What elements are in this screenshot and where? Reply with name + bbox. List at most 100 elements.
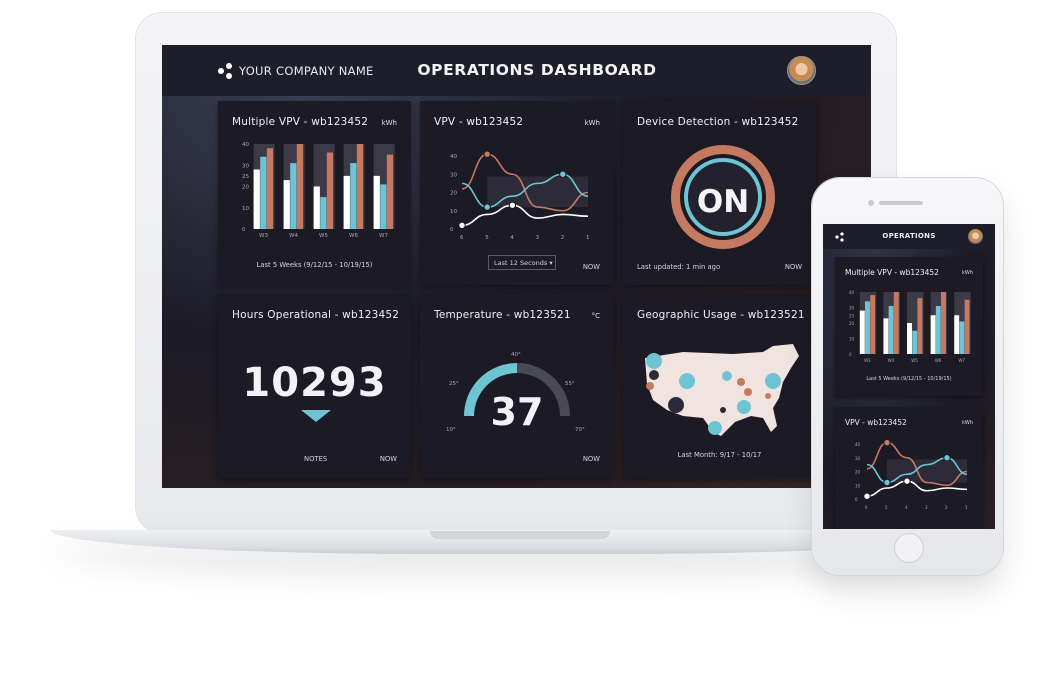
- chart-footer: Last 5 Weeks (9/12/15 - 10/19/15): [256, 261, 373, 269]
- bar: [296, 144, 304, 229]
- y-tick-label: 10: [450, 209, 457, 215]
- bubble: [722, 371, 732, 381]
- y-tick-label: 20: [855, 470, 861, 475]
- bar: [373, 175, 380, 229]
- bar: [865, 301, 870, 354]
- unit-label: kWh: [584, 119, 600, 127]
- x-tick-label: 3: [536, 235, 540, 241]
- bar: [883, 318, 889, 354]
- us-map: [645, 344, 799, 436]
- bar: [935, 305, 941, 354]
- avatar[interactable]: [787, 56, 816, 85]
- series-marker: [458, 221, 466, 230]
- line-chart: 0 10 20 30 40 6 5 4 3 2 1: [450, 150, 590, 241]
- x-tick-label: 4: [905, 505, 908, 510]
- home-button[interactable]: [894, 533, 924, 563]
- card-device-detection[interactable]: Device Detection - wb123452 ON Last upda…: [623, 101, 816, 285]
- top-bar: YOUR COMPANY NAME OPERATIONS DASHBOARD: [162, 45, 871, 96]
- y-tick-label: 20: [450, 191, 457, 197]
- status-ring: ON: [671, 145, 775, 249]
- hours-value: 10293: [242, 360, 387, 406]
- x-tick-label: W3: [864, 358, 871, 363]
- x-tick-label: 6: [865, 505, 868, 510]
- bar: [893, 292, 899, 354]
- share-icon[interactable]: [835, 232, 845, 242]
- phone-card-multiple-vpv[interactable]: Multiple VPV - wb123452 kWh 0 10 20 25 30 40 W…: [835, 257, 983, 396]
- card-geographic-usage[interactable]: Geographic Usage - wb123521 Last Month: …: [623, 294, 816, 478]
- y-tick-label: 0: [242, 227, 246, 233]
- card-hours-operational[interactable]: Hours Operational - wb123452 10293 NOTES…: [218, 294, 411, 478]
- phone-title: OPERATIONS: [882, 232, 936, 240]
- bar: [253, 169, 260, 229]
- x-tick-label: 4: [510, 235, 514, 241]
- page-title: OPERATIONS DASHBOARD: [417, 61, 657, 79]
- status-ring-inner: ON: [684, 158, 762, 236]
- card-multiple-vpv[interactable]: Multiple VPV - wb123452 kWh 0 10 20 25 30 40 W…: [218, 101, 411, 285]
- bubble: [679, 373, 695, 389]
- gauge-label-55: 55°: [565, 381, 575, 387]
- card-temperature[interactable]: Temperature - wb123521 °C 10° 25° 40° 55…: [420, 294, 614, 478]
- card-vpv[interactable]: VPV - wb123452 kWh 0 10 20 30 40 6 5 4 3 2 1 Last …: [420, 101, 614, 285]
- avatar[interactable]: [968, 229, 983, 244]
- notes-link[interactable]: NOTES: [304, 455, 327, 463]
- now-label: NOW: [582, 263, 600, 271]
- gauge-label-25: 25°: [449, 381, 459, 387]
- y-tick-label: 20: [849, 321, 855, 326]
- bar: [380, 184, 387, 229]
- card-title: VPV - wb123452: [845, 418, 907, 427]
- x-tick-label: 1: [965, 505, 968, 510]
- company-logo-icon[interactable]: [218, 63, 234, 79]
- bar: [386, 154, 394, 229]
- x-tick-label: 2: [561, 235, 565, 241]
- card-title: Multiple VPV - wb123452: [845, 268, 939, 277]
- phone-card-vpv[interactable]: VPV - wb123452 kWh 0 10 20 30 40 6 5 4 3 2 1: [835, 407, 983, 529]
- bar: [917, 298, 923, 354]
- series-marker: [883, 438, 891, 447]
- now-label: NOW: [582, 455, 600, 463]
- y-tick-label: 30: [855, 456, 861, 461]
- series-marker: [863, 492, 871, 500]
- map-shape: [645, 344, 799, 436]
- y-tick-label: 40: [855, 442, 861, 447]
- caret-down-icon: ▾: [549, 259, 553, 267]
- bubble: [708, 421, 722, 435]
- bar: [941, 292, 946, 354]
- now-label: NOW: [379, 455, 397, 463]
- bar: [326, 152, 334, 229]
- unit-label: kWh: [381, 119, 397, 127]
- bar: [266, 148, 274, 229]
- bubble: [646, 382, 654, 390]
- x-tick-label: 5: [885, 505, 888, 510]
- y-tick-label: 30: [849, 306, 855, 311]
- y-tick-label: 10: [849, 337, 855, 342]
- x-tick-label: W6: [349, 233, 358, 239]
- bubble: [720, 407, 726, 413]
- chart-footer: Last 5 Weeks (9/12/15 - 10/19/15): [866, 376, 952, 382]
- y-tick-label: 25: [242, 174, 249, 180]
- phone-camera: [868, 200, 874, 206]
- bar: [313, 186, 320, 229]
- y-tick-label: 30: [450, 172, 457, 178]
- bar: [343, 175, 350, 229]
- x-tick-label: W5: [319, 233, 328, 239]
- bubble: [765, 373, 781, 389]
- bar: [350, 163, 357, 229]
- card-title: Temperature - wb123521: [434, 309, 571, 321]
- bar: [283, 180, 290, 229]
- series-marker: [559, 170, 567, 178]
- y-tick-label: 40: [450, 154, 457, 160]
- x-tick-label: W5: [911, 358, 918, 363]
- status-value: ON: [696, 184, 750, 220]
- card-title: Device Detection - wb123452: [637, 116, 799, 128]
- y-tick-label: 30: [242, 163, 249, 169]
- last-updated: Last updated: 1 min ago: [637, 263, 721, 271]
- time-range-dropdown[interactable]: Last 12 Seconds ▾: [488, 255, 556, 270]
- dropdown-value: Last 12 Seconds: [494, 259, 548, 267]
- now-label: NOW: [784, 263, 802, 271]
- card-title: Hours Operational - wb123452: [232, 309, 400, 321]
- y-tick-label: 40: [849, 290, 855, 295]
- x-tick-label: 6: [460, 235, 464, 241]
- y-tick-label: 20: [242, 185, 249, 191]
- company-name[interactable]: YOUR COMPANY NAME: [239, 64, 374, 78]
- bar: [954, 315, 960, 354]
